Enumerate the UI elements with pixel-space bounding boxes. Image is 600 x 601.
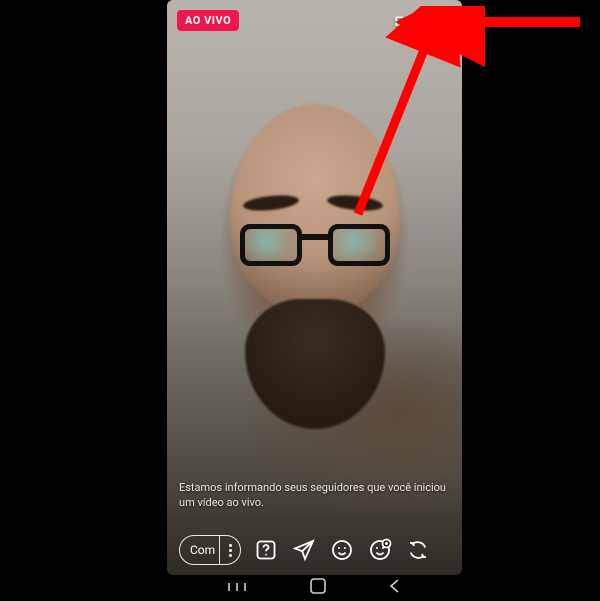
end-live-button[interactable]: Encerrar (394, 13, 452, 29)
add-guest-icon[interactable] (367, 537, 393, 563)
notifying-followers-text: Estamos informando seus seguidores que v… (179, 481, 450, 511)
recents-button[interactable] (226, 579, 248, 598)
phone-frame: AO VIVO Encerrar Estamos informando seus… (167, 0, 462, 601)
send-icon[interactable] (291, 537, 317, 563)
question-icon[interactable] (253, 537, 279, 563)
comment-input[interactable]: Com (179, 535, 241, 565)
live-video-screen: AO VIVO Encerrar Estamos informando seus… (167, 0, 462, 575)
switch-camera-icon[interactable] (405, 537, 431, 563)
home-button[interactable] (308, 576, 328, 600)
back-button[interactable] (387, 578, 403, 598)
top-overlay: AO VIVO Encerrar (167, 10, 462, 31)
comment-placeholder: Com (180, 543, 219, 557)
android-nav-bar (167, 575, 462, 601)
face-filter-icon[interactable] (329, 537, 355, 563)
live-badge: AO VIVO (177, 10, 239, 31)
bottom-toolbar: Com (167, 535, 462, 565)
more-options-icon[interactable] (219, 536, 240, 564)
